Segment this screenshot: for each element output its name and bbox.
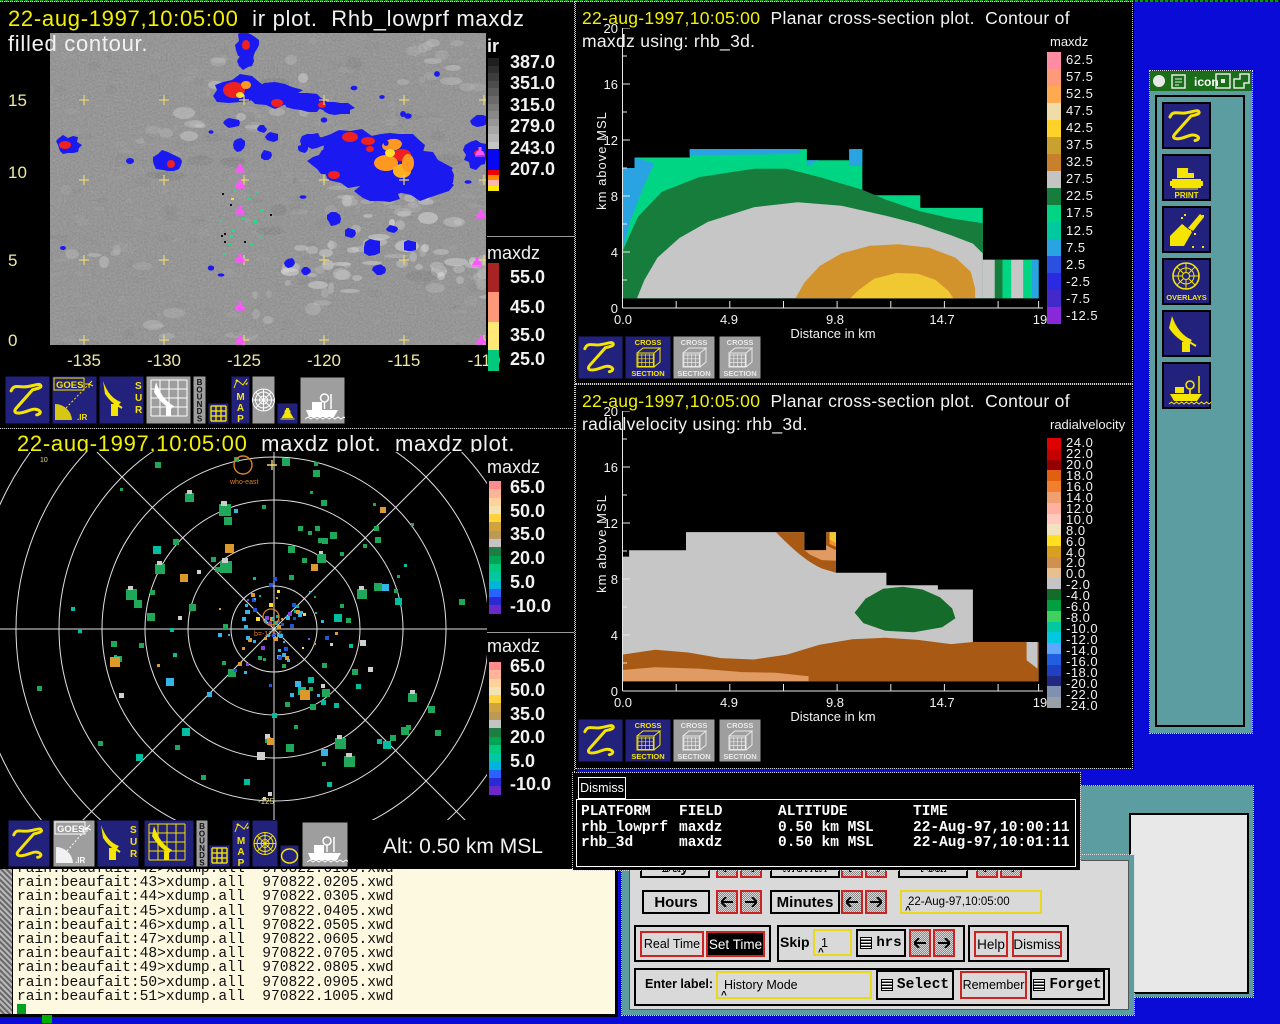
svg-text:icon: icon xyxy=(1194,75,1219,89)
svg-text:M: M xyxy=(237,836,245,847)
svg-text:U: U xyxy=(135,393,142,404)
svg-text:SECTION: SECTION xyxy=(677,752,710,761)
svg-text:P: P xyxy=(237,414,244,424)
svg-text:A: A xyxy=(237,403,244,414)
svg-text:10: 10 xyxy=(40,457,48,464)
svg-text:.IR: .IR xyxy=(75,856,85,865)
svg-text:OVERLAYS: OVERLAYS xyxy=(1166,293,1207,302)
svg-text:SECTION: SECTION xyxy=(631,752,664,761)
svg-text:b=-125-5: b=-125-5 xyxy=(254,631,282,638)
svg-text:CROSS: CROSS xyxy=(727,721,754,730)
svg-text:SECTION: SECTION xyxy=(631,369,664,378)
svg-text:R: R xyxy=(135,405,143,416)
svg-text:.IR: .IR xyxy=(77,413,87,422)
svg-text:CROSS: CROSS xyxy=(635,721,662,730)
svg-text:-125: -125 xyxy=(258,797,275,806)
svg-text:U: U xyxy=(130,837,137,848)
svg-text:P: P xyxy=(238,858,245,867)
svg-text:S: S xyxy=(197,415,203,424)
svg-text:S: S xyxy=(199,859,205,868)
svg-text:SECTION: SECTION xyxy=(723,369,756,378)
svg-text:CROSS: CROSS xyxy=(727,338,754,347)
svg-text:M: M xyxy=(236,392,244,403)
svg-text:R: R xyxy=(130,849,138,860)
svg-text:SECTION: SECTION xyxy=(677,369,710,378)
svg-text:who-east: who-east xyxy=(229,479,258,486)
svg-text:S: S xyxy=(135,381,142,392)
svg-text:CROSS: CROSS xyxy=(681,721,708,730)
svg-text:CROSS: CROSS xyxy=(635,338,662,347)
svg-text:GOES: GOES xyxy=(57,824,84,835)
svg-text:A: A xyxy=(237,847,244,858)
svg-text:SECTION: SECTION xyxy=(723,752,756,761)
svg-text:CROSS: CROSS xyxy=(681,338,708,347)
svg-text:PRINT: PRINT xyxy=(1175,191,1199,200)
svg-text:GOES: GOES xyxy=(56,380,83,391)
svg-text:S: S xyxy=(130,825,137,836)
